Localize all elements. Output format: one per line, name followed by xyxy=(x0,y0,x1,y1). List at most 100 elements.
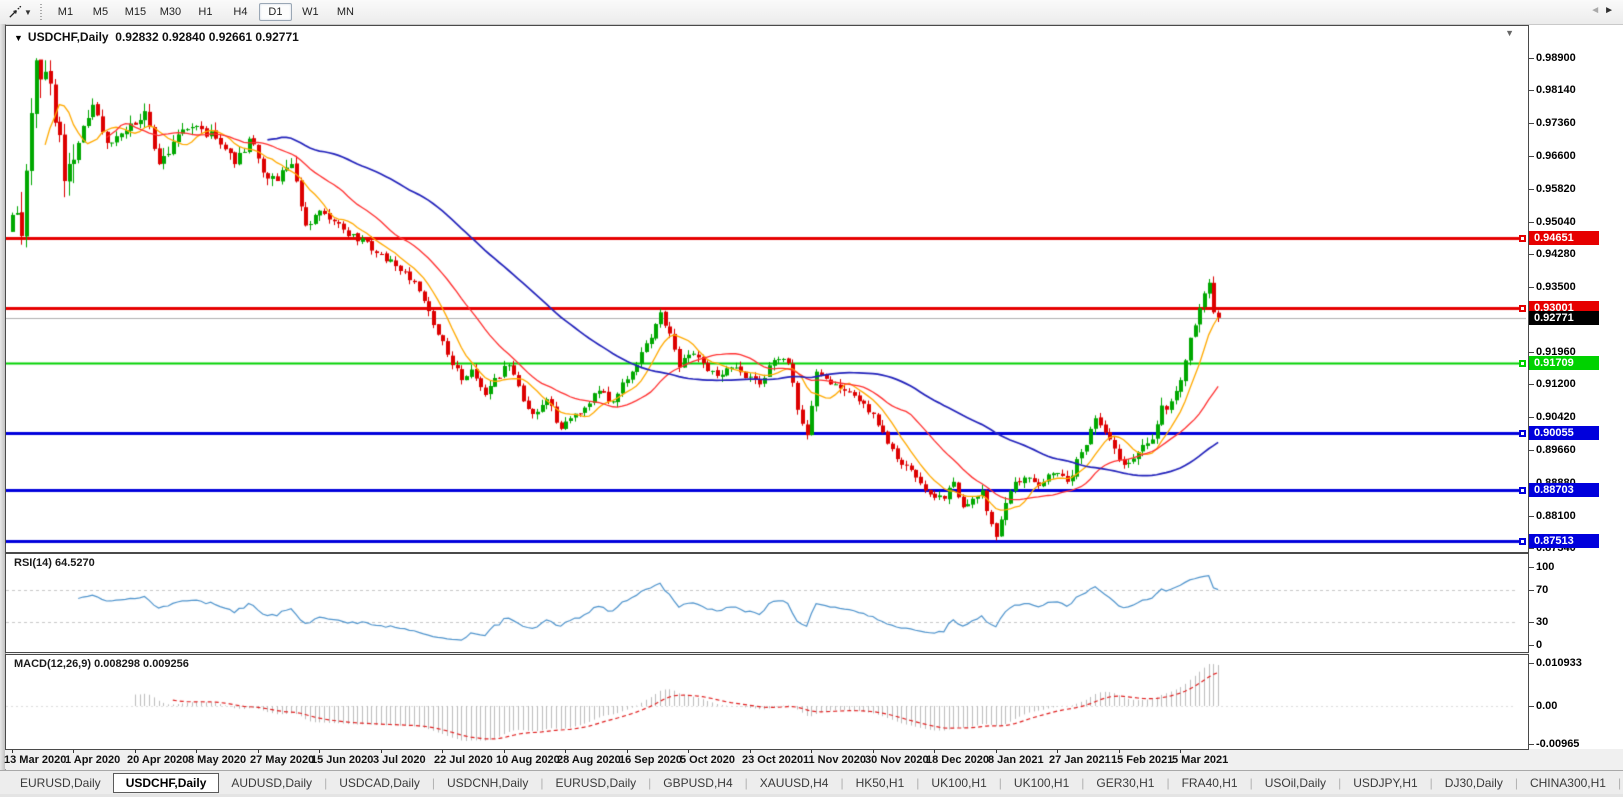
timeframe-button-w1[interactable]: W1 xyxy=(294,3,327,21)
price-tick-mark xyxy=(1529,189,1534,190)
date-tick-mark xyxy=(73,750,74,753)
date-tick-mark xyxy=(381,750,382,753)
price-tick-mark xyxy=(1529,450,1534,451)
price-tick-mark xyxy=(1529,254,1534,255)
date-tick-label: 8 May 2020 xyxy=(188,754,247,766)
price-tick-label: 0.90420 xyxy=(1536,411,1576,423)
date-tick-mark xyxy=(319,750,320,753)
chart-tab-hk50-h1[interactable]: HK50,H1 xyxy=(844,773,917,793)
date-tick-label: 5 Oct 2020 xyxy=(680,754,736,766)
price-chart-panel: ▼ USDCHF,Daily 0.92832 0.92840 0.92661 0.… xyxy=(5,25,1529,553)
timeframe-button-h4[interactable]: H4 xyxy=(224,3,257,21)
date-tick-label: 13 Mar 2020 xyxy=(4,754,67,766)
price-tick-mark xyxy=(1529,516,1534,517)
chart-tab-audusd-daily[interactable]: AUDUSD,Daily xyxy=(219,773,324,793)
rsi-tick-label: 0 xyxy=(1536,639,1543,651)
level-line-handle[interactable] xyxy=(1519,235,1526,242)
chart-tab-eurusd-daily[interactable]: EURUSD,Daily xyxy=(8,773,113,793)
mt4-window: ▼ M1 M5 M15 M30 H1 H4 D1 W1 MN ▼ USDCHF,Daily 0.9… xyxy=(0,0,1623,797)
rsi-tick-label: 100 xyxy=(1536,561,1555,573)
chart-tab-fra40-h1[interactable]: FRA40,H1 xyxy=(1170,773,1250,793)
price-tick-mark xyxy=(1529,287,1534,288)
chart-tool-dropdown-icon[interactable]: ▼ xyxy=(24,8,32,17)
date-axis[interactable]: 13 Mar 2020 1 Apr 2020 20 Apr 2020 8 May 20… xyxy=(4,750,1623,769)
chart-tab-xauusd-h4[interactable]: XAUUSD,H4 xyxy=(748,773,841,793)
chart-tab-usoil-daily[interactable]: USOil,Daily xyxy=(1253,773,1338,793)
rsi-tick-label: 30 xyxy=(1536,616,1549,628)
collapse-icon[interactable]: ▼ xyxy=(14,33,23,43)
chart-ohlc-values: 0.92832 0.92840 0.92661 0.92771 xyxy=(115,30,299,44)
price-tick-label: 0.91200 xyxy=(1536,378,1576,390)
macd-tick-label: 0.00 xyxy=(1536,700,1558,712)
macd-tick-mark xyxy=(1529,706,1534,707)
timeframe-button-m30[interactable]: M30 xyxy=(154,3,187,21)
date-tick-label: 8 Jan 2021 xyxy=(988,754,1044,766)
price-tick-label: 0.93500 xyxy=(1536,281,1576,293)
macd-canvas[interactable] xyxy=(6,655,1526,747)
level-price-label: 0.91709 xyxy=(1529,356,1599,370)
date-tick-label: 5 Mar 2021 xyxy=(1172,754,1229,766)
chart-tabs: EURUSD,Daily USDCHF,Daily AUDUSD,Daily | USD… xyxy=(0,770,1623,794)
level-line-handle[interactable] xyxy=(1519,538,1526,545)
date-tick-mark xyxy=(1057,750,1058,753)
chart-tab-uk100-h1[interactable]: UK100,H1 xyxy=(1002,773,1081,793)
chart-tab-china300-h1[interactable]: CHINA300,H1 xyxy=(1518,773,1618,793)
chart-tab-usdcad-daily[interactable]: USDCAD,Daily xyxy=(327,773,432,793)
date-tick-label: 11 Nov 2020 xyxy=(803,754,866,766)
rsi-canvas[interactable] xyxy=(6,554,1526,650)
chart-tab-uk100-h1[interactable]: UK100,H1 xyxy=(919,773,998,793)
date-tick-mark xyxy=(442,750,443,753)
chart-tab-usdcnh-daily[interactable]: USDCNH,Daily xyxy=(435,773,540,793)
chart-tab-ger30-h1[interactable]: GER30,H1 xyxy=(1084,773,1166,793)
chart-tab-usdjpy-h1[interactable]: USDJPY,H1 xyxy=(1341,773,1429,793)
tab-scroll-left-icon[interactable]: ◄ xyxy=(1590,5,1604,16)
timeframe-button-h1[interactable]: H1 xyxy=(189,3,222,21)
price-tick-mark xyxy=(1529,352,1534,353)
chart-symbol-period: USDCHF,Daily xyxy=(27,30,109,44)
date-tick-mark xyxy=(504,750,505,753)
price-tick-mark xyxy=(1529,222,1534,223)
timeframe-button-m5[interactable]: M5 xyxy=(84,3,117,21)
date-tick-label: 10 Aug 2020 xyxy=(496,754,560,766)
level-line-handle[interactable] xyxy=(1519,305,1526,312)
rsi-tick-mark xyxy=(1529,567,1534,568)
date-tick-mark xyxy=(1180,750,1181,753)
macd-tick-label: -0.00965 xyxy=(1536,738,1580,750)
chart-tool-icon[interactable] xyxy=(5,3,23,21)
timeframe-button-m15[interactable]: M15 xyxy=(119,3,152,21)
macd-tick-mark xyxy=(1529,744,1534,745)
rsi-tick-mark xyxy=(1529,590,1534,591)
date-tick-mark xyxy=(811,750,812,753)
level-line-handle[interactable] xyxy=(1519,360,1526,367)
toolbar: ▼ M1 M5 M15 M30 H1 H4 D1 W1 MN xyxy=(0,0,1623,25)
date-tick-label: 15 Jun 2020 xyxy=(311,754,374,766)
timeframe-button-mn[interactable]: MN xyxy=(329,3,362,21)
current-price-label: 0.92771 xyxy=(1529,311,1599,325)
rsi-tick-mark xyxy=(1529,622,1534,623)
chart-tab-gbpusd-h4[interactable]: GBPUSD,H4 xyxy=(651,773,744,793)
price-tick-mark xyxy=(1529,156,1534,157)
chart-tab-eurusd-daily[interactable]: EURUSD,Daily xyxy=(543,773,648,793)
level-line-handle[interactable] xyxy=(1519,430,1526,437)
chart-tab-usdchf-daily[interactable]: USDCHF,Daily xyxy=(112,772,220,793)
chart-shift-icon[interactable]: ▼ xyxy=(1505,28,1514,38)
date-tick-mark xyxy=(934,750,935,753)
timeframe-button-m1[interactable]: M1 xyxy=(49,3,82,21)
timeframe-button-d1[interactable]: D1 xyxy=(258,3,292,21)
timeframe-toolbar: M1 M5 M15 M30 H1 H4 D1 W1 MN xyxy=(48,3,363,21)
price-tick-label: 0.98140 xyxy=(1536,84,1576,96)
price-tick-label: 0.96600 xyxy=(1536,150,1576,162)
date-tick-label: 22 Jul 2020 xyxy=(434,754,493,766)
date-tick-mark xyxy=(996,750,997,753)
level-line-handle[interactable] xyxy=(1519,487,1526,494)
date-tick-label: 3 Jul 2020 xyxy=(373,754,426,766)
macd-tick-label: 0.010933 xyxy=(1536,657,1582,669)
chart-tab-dj30-daily[interactable]: DJ30,Daily xyxy=(1433,773,1515,793)
price-axis[interactable]: 0.98900 0.98140 0.97360 0.96600 0.95820 0.950… xyxy=(1529,25,1623,750)
date-tick-mark xyxy=(135,750,136,753)
date-tick-label: 16 Sep 2020 xyxy=(619,754,682,766)
price-chart-canvas[interactable] xyxy=(6,26,1526,550)
tab-scroll-right-icon[interactable]: ► xyxy=(1604,5,1618,16)
date-tick-mark xyxy=(12,750,13,753)
macd-panel: MACD(12,26,9) 0.008298 0.009256 xyxy=(5,654,1529,750)
